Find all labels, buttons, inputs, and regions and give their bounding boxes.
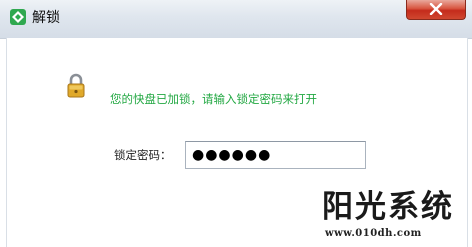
title-bar[interactable]: 解锁 [0, 0, 472, 39]
close-button[interactable] [406, 0, 466, 20]
password-input[interactable] [186, 142, 362, 168]
close-icon [429, 3, 443, 15]
password-label: 锁定密码： [114, 148, 172, 162]
watermark-title: 阳光系统 [322, 189, 454, 225]
password-field[interactable] [185, 141, 366, 169]
window-title: 解锁 [32, 10, 60, 26]
app-logo-icon [10, 9, 26, 25]
unlock-dialog-window: 解锁 您的快盘已加锁，请输入锁定密码来打开 锁定密码： 阳光系统 www.010… [0, 0, 472, 247]
lock-icon [67, 73, 85, 98]
locked-message: 您的快盘已加锁，请输入锁定密码来打开 [110, 92, 317, 106]
watermark-url: www.010dh.com [325, 228, 422, 239]
